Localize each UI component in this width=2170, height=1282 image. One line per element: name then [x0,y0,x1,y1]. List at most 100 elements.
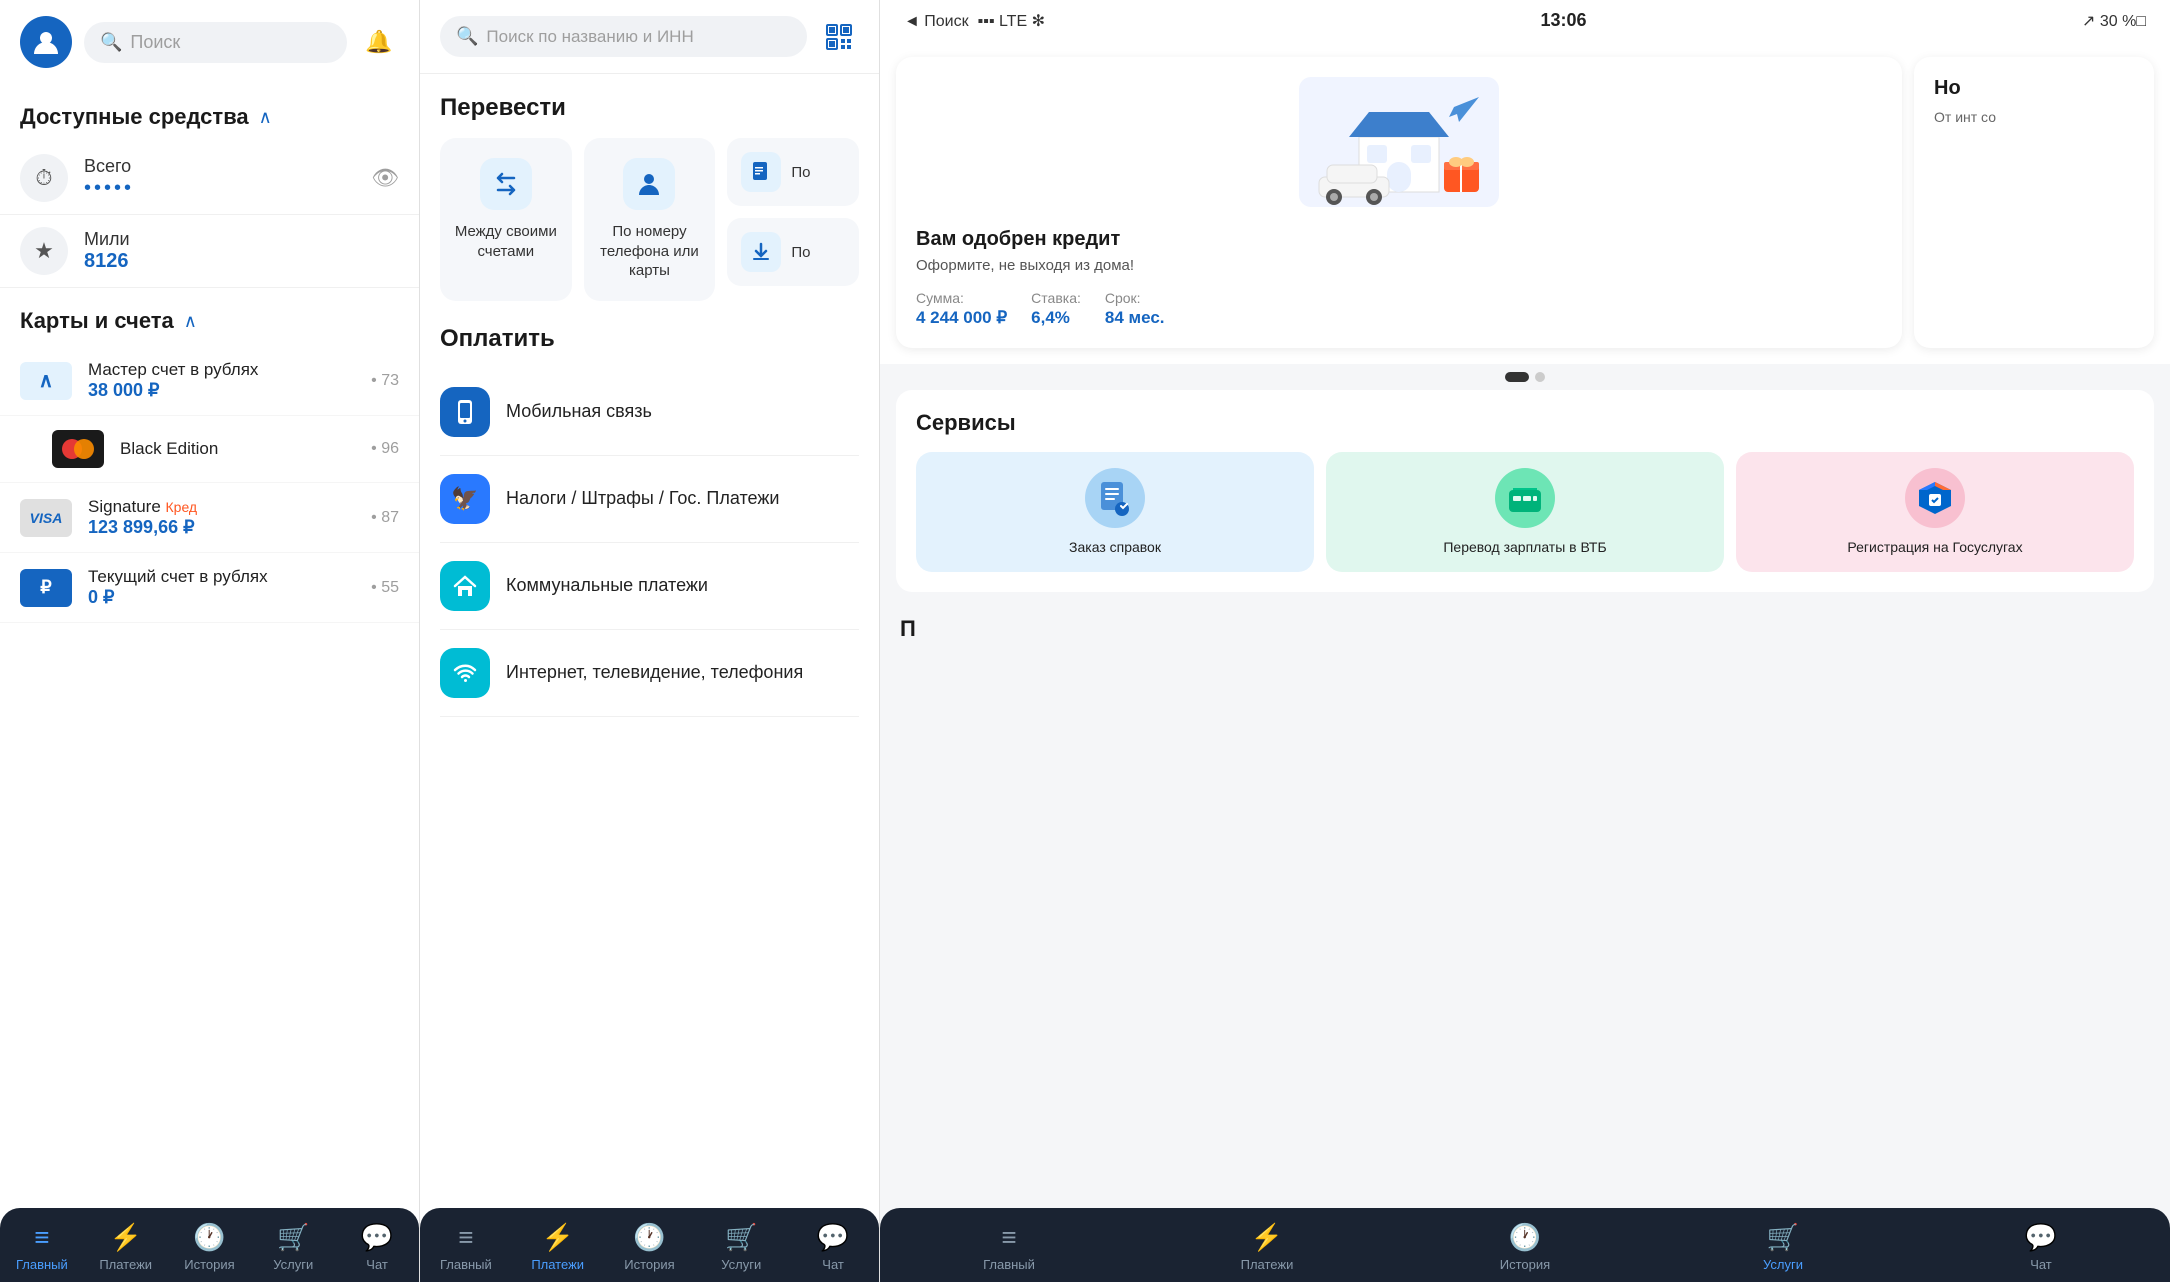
p2-payments-icon: ⚡ [542,1222,574,1253]
p3-payments-label: Платежи [1241,1257,1294,1272]
transfer-doc[interactable]: По [727,138,859,206]
search-bar[interactable]: 🔍 Поиск [84,22,347,63]
nav-payments[interactable]: ⚡ Платежи [91,1222,161,1272]
card-black-edition[interactable]: Black Edition • 96 [0,416,419,483]
payment-taxes[interactable]: 🦅 Налоги / Штрафы / Гос. Платежи [440,456,859,543]
miles-item[interactable]: ★ Мили 8126 [0,215,419,288]
p2-nav-payments[interactable]: ⚡ Платежи [523,1222,593,1272]
avatar[interactable] [20,16,72,68]
download-icon [741,232,781,272]
p2-nav-home[interactable]: ≡ Главный [431,1222,501,1272]
card-current-account[interactable]: ₽ Текущий счет в рублях 0 ₽ • 55 [0,553,419,623]
p2-nav-history[interactable]: 🕐 История [614,1222,684,1272]
second-banner-title: Но [1934,77,2134,100]
balance-total-item[interactable]: ⏱ Всего ••••• 👁 [0,142,419,215]
cards-chevron-icon[interactable]: ∧ [184,311,197,332]
nav-chat-label: Чат [366,1257,388,1272]
signature-info: Signature Кред 123 899,66 ₽ [88,497,355,538]
eye-icon[interactable]: 👁 [371,165,399,191]
balance-total-dots: ••••• [84,177,134,200]
transfer-down[interactable]: По [727,218,859,286]
nav-history-label: История [184,1257,234,1272]
transfer-down-label: По [791,244,810,261]
panel1-header: 🔍 Поиск 🔔 [0,0,419,84]
p2-home-label: Главный [440,1257,492,1272]
p3-nav-home[interactable]: ≡ Главный [974,1222,1044,1272]
credit-amount-label: Сумма: [916,290,1007,306]
p3-nav-history[interactable]: 🕐 История [1490,1222,1560,1272]
chat-nav-icon: 💬 [361,1222,393,1253]
payment-internet-label: Интернет, телевидение, телефония [506,662,803,683]
salary-transfer-icon [1495,468,1555,528]
mobile-icon [440,387,490,437]
service-salary-label: Перевод зарплаты в ВТБ [1443,538,1606,556]
available-funds-title: Доступные средства [20,104,249,130]
transfer-between-accounts[interactable]: Между своими счетами [440,138,572,301]
panel1-bottom-nav: ≡ Главный ⚡ Платежи 🕐 История 🛒 Услуги 💬… [0,1208,419,1282]
search-icon: 🔍 [100,32,122,53]
status-time: 13:06 [1540,10,1586,31]
panel2-header: 🔍 Поиск по названию и ИНН [420,0,879,74]
status-left: ◄ Поиск ▪▪▪ LTE ✻ [904,11,1045,31]
p2-nav-services[interactable]: 🛒 Услуги [706,1222,776,1272]
nav-home[interactable]: ≡ Главный [7,1222,77,1272]
p-section: П [880,600,2170,742]
nav-history[interactable]: 🕐 История [174,1222,244,1272]
credit-subtitle: Оформите, не выходя из дома! [916,257,1882,274]
nav-services[interactable]: 🛒 Услуги [258,1222,328,1272]
p3-nav-chat[interactable]: 💬 Чат [2006,1222,2076,1272]
nav-chat[interactable]: 💬 Чат [342,1222,412,1272]
service-order-docs[interactable]: Заказ справок [916,452,1314,572]
p3-services-label: Услуги [1763,1257,1803,1272]
card-master-account[interactable]: ∧ Мастер счет в рублях 38 000 ₽ • 73 [0,346,419,416]
credit-amount: Сумма: 4 244 000 ₽ [916,290,1007,328]
qr-icon[interactable] [819,17,859,57]
service-salary-transfer[interactable]: Перевод зарплаты в ВТБ [1326,452,1724,572]
banners-row: Вам одобрен кредит Оформите, не выходя и… [880,41,2170,364]
chevron-up-icon[interactable]: ∧ [259,107,272,128]
second-banner[interactable]: Но От инт со [1914,57,2154,348]
signature-balance: 123 899,66 ₽ [88,517,355,538]
p3-nav-payments[interactable]: ⚡ Платежи [1232,1222,1302,1272]
credit-rate-value: 6,4% [1031,308,1081,328]
transfer-phone-icon [623,158,675,210]
p2-search-icon: 🔍 [456,26,478,47]
payment-taxes-label: Налоги / Штрафы / Гос. Платежи [506,488,779,509]
nav-services-label: Услуги [273,1257,313,1272]
credit-title: Вам одобрен кредит [916,228,1882,251]
p2-payments-label: Платежи [531,1257,584,1272]
available-funds-section: Доступные средства ∧ [0,84,419,142]
p3-home-label: Главный [983,1257,1035,1272]
payment-internet[interactable]: Интернет, телевидение, телефония [440,630,859,717]
credit-rate-label: Ставка: [1031,290,1081,306]
p2-chat-label: Чат [822,1257,844,1272]
dot-1 [1505,372,1529,382]
transfer-arrows-icon [480,158,532,210]
status-bar: ◄ Поиск ▪▪▪ LTE ✻ 13:06 ↗ 30 %□ [880,0,2170,41]
credit-banner[interactable]: Вам одобрен кредит Оформите, не выходя и… [896,57,1902,348]
transfer-by-phone[interactable]: По номеру телефона или карты [584,138,716,301]
p2-search-bar[interactable]: 🔍 Поиск по названию и ИНН [440,16,807,57]
notification-icon[interactable]: 🔔 [359,22,399,62]
p2-search-placeholder: Поиск по названию и ИНН [486,27,693,47]
panel3-bottom-nav: ≡ Главный ⚡ Платежи 🕐 История 🛒 Услуги 💬… [880,1208,2170,1282]
black-card-icon [52,430,104,468]
p2-nav-chat[interactable]: 💬 Чат [798,1222,868,1272]
master-account-info: Мастер счет в рублях 38 000 ₽ [88,360,355,401]
card-signature[interactable]: VISA Signature Кред 123 899,66 ₽ • 87 [0,483,419,553]
p3-nav-services[interactable]: 🛒 Услуги [1748,1222,1818,1272]
p2-services-label: Услуги [721,1257,761,1272]
services-grid: Заказ справок Перевод зарплаты в ВТБ [916,452,2134,572]
current-account-num: • 55 [371,579,399,597]
service-gosuslugi[interactable]: Регистрация на Госуслугах [1736,452,2134,572]
credit-term-label: Срок: [1105,290,1165,306]
p2-history-label: История [624,1257,674,1272]
credit-illustration [916,77,1882,212]
miles-value: 8126 [84,250,130,273]
signature-num: • 87 [371,509,399,527]
payment-utilities[interactable]: Коммунальные платежи [440,543,859,630]
p3-chat-label: Чат [2030,1257,2052,1272]
payment-mobile[interactable]: Мобильная связь [440,369,859,456]
panel-2: 🔍 Поиск по названию и ИНН Перевести [420,0,880,1282]
status-right: ↗ 30 %□ [2082,11,2146,31]
